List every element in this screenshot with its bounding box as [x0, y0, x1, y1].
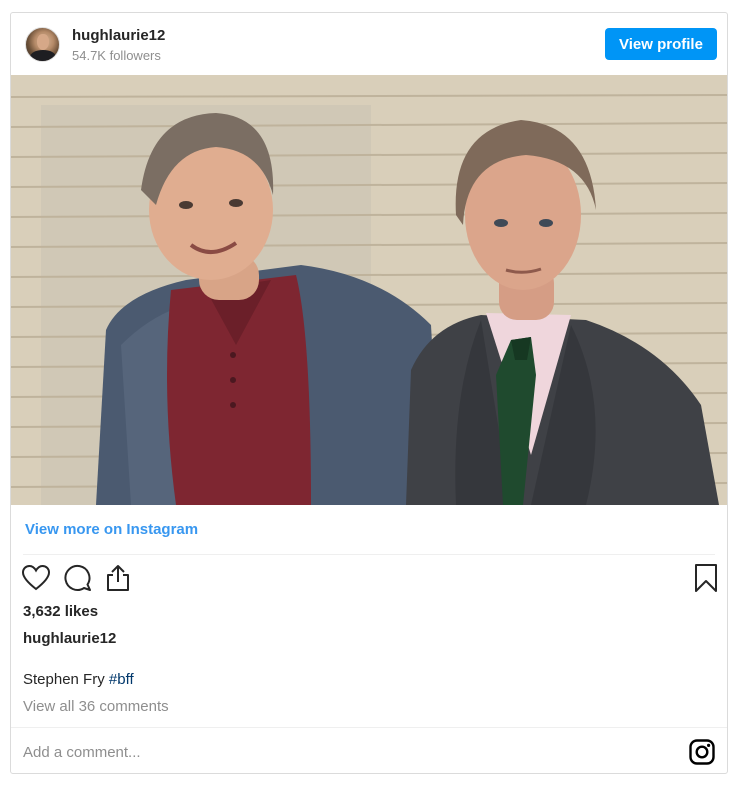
post-header: hughlaurie12 54.7K followers View profil…: [11, 13, 727, 75]
avatar-face: [37, 34, 49, 50]
avatar-shoulders: [30, 50, 56, 61]
caption-text: Stephen Fry: [23, 671, 105, 688]
caption-username[interactable]: hughlaurie12: [23, 630, 116, 647]
bookmark-icon[interactable]: [693, 563, 719, 593]
post-photo[interactable]: [11, 75, 727, 505]
username-link[interactable]: hughlaurie12: [72, 27, 165, 44]
divider: [11, 727, 727, 728]
likes-count[interactable]: 3,632 likes: [23, 603, 98, 620]
instagram-logo-icon[interactable]: [689, 739, 715, 765]
comment-icon[interactable]: [62, 563, 92, 593]
divider: [23, 554, 715, 555]
view-more-on-instagram-link[interactable]: View more on Instagram: [25, 521, 198, 538]
photo-illustration: [11, 75, 727, 505]
action-bar: [11, 563, 727, 597]
followers-count: 54.7K followers: [72, 48, 161, 63]
view-all-comments-link[interactable]: View all 36 comments: [23, 698, 169, 715]
view-profile-button[interactable]: View profile: [605, 28, 717, 60]
hashtag-link[interactable]: #bff: [109, 671, 134, 688]
heart-icon[interactable]: [21, 563, 51, 593]
share-icon[interactable]: [103, 563, 133, 593]
add-comment-input[interactable]: Add a comment...: [23, 744, 141, 761]
instagram-embed-card: hughlaurie12 54.7K followers View profil…: [10, 12, 728, 774]
caption: Stephen Fry #bff: [23, 671, 134, 688]
avatar[interactable]: [25, 27, 60, 62]
